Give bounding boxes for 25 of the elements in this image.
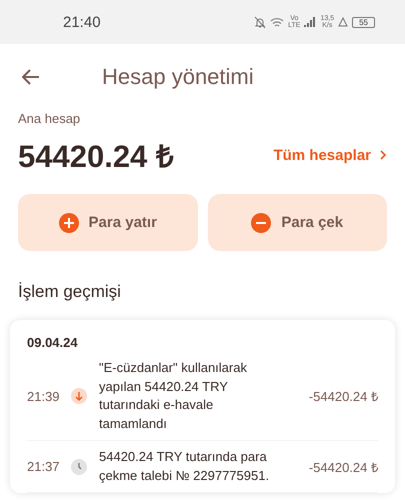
all-accounts-link[interactable]: Tüm hesaplar (273, 146, 387, 164)
battery-indicator: 55 (352, 16, 375, 28)
section-title: İşlem geçmişi (18, 282, 122, 302)
status-time: 21:40 (63, 14, 101, 30)
bell-off-icon (254, 16, 266, 28)
transaction-time: 21:39 (27, 388, 61, 404)
page-title: Hesap yönetimi (102, 64, 254, 90)
transaction-time: 21:37 (27, 459, 61, 474)
withdraw-button[interactable]: Para çek (208, 194, 387, 251)
account-balance: 54420.24 ₺ (18, 138, 174, 176)
transaction-description: 54420.24 TRY tutarında para çekme talebi № 2297775951. (99, 448, 270, 485)
wifi-icon (270, 16, 284, 28)
signal-icon (304, 17, 316, 27)
date-heading: 09.04.24 (27, 335, 78, 350)
chevron-right-icon (379, 150, 387, 160)
transaction-amount: -54420.24 ₺ (308, 388, 378, 405)
minus-icon (251, 212, 272, 232)
clock-icon (71, 458, 87, 474)
deposit-button[interactable]: Para yatır (18, 194, 198, 251)
transaction-description: "E-cüzdanlar" kullanılarak yapılan 54420.24 TRY tutarındaki e-havale tamamlandı (99, 359, 248, 432)
back-arrow-icon[interactable] (22, 69, 40, 85)
plus-icon (58, 212, 79, 232)
transaction-amount: -54420.24 ₺ (308, 458, 378, 476)
account-label: Ana hesap (18, 111, 80, 126)
warning-icon (338, 17, 348, 27)
